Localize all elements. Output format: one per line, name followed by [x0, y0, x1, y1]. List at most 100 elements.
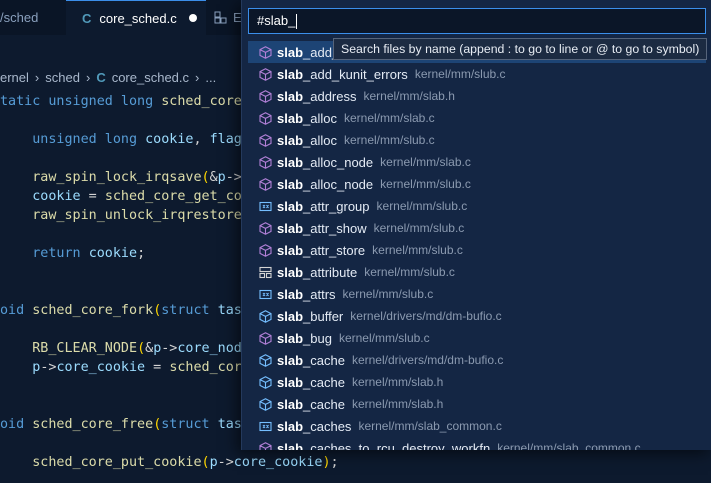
result-item[interactable]: slab _alloc_node kernel/mm/slub.c [248, 173, 706, 195]
match-text: slab [277, 308, 304, 324]
match-text: slab [277, 330, 304, 346]
code-token: ( [201, 170, 210, 185]
code-token: = [145, 360, 170, 375]
cube-icon [259, 155, 272, 169]
result-item[interactable]: slab _address kernel/mm/slab.h [248, 85, 706, 107]
code-token: sched_core_free [32, 417, 154, 432]
quick-open-results[interactable]: slab _add_ slab _add_kunit_errors kernel/mm/… [242, 41, 711, 450]
result-item[interactable]: slab _cache kernel/drivers/md/dm-bufio.c [248, 349, 706, 371]
code-token: RB_CLEAR_NODE [0, 341, 138, 356]
code-token: ; [137, 246, 146, 261]
symbol-name-rest: _attrs [303, 286, 336, 302]
file-path: kernel/mm/slab_common.c [358, 419, 502, 433]
symbol-name-rest: _alloc [303, 110, 337, 126]
file-path: kernel/mm/slab_common.c [497, 441, 641, 450]
code-line: tatic unsigned long sched_core_c [0, 92, 258, 111]
code-token: oid [0, 303, 33, 318]
quick-open-palette: #slab_ slab _add_ slab _add_kunit_errors ker… [241, 0, 711, 450]
result-item[interactable]: slab _attribute kernel/mm/slub.c [248, 261, 706, 283]
match-text: slab [277, 132, 304, 148]
symbol-name-rest: _cache [303, 352, 345, 368]
code-token: p [0, 360, 41, 375]
c-file-icon: C [82, 10, 92, 26]
code-token: core_node [177, 341, 250, 356]
result-item[interactable]: slab _add_kunit_errors kernel/mm/slub.c [248, 63, 706, 85]
breadcrumb-item[interactable]: sched [45, 70, 80, 85]
result-item[interactable]: slab _alloc kernel/mm/slub.c [248, 129, 706, 151]
code-token: raw_spin_lock_irqsave [0, 170, 202, 185]
file-path: kernel/drivers/md/dm-bufio.c [350, 309, 502, 323]
symbol-name-rest: _address [303, 88, 357, 104]
file-path: kernel/mm/slub.c [376, 199, 468, 213]
code-token: core_cookie [233, 455, 323, 470]
file-path: kernel/mm/slub.c [373, 221, 465, 235]
match-text: slab [277, 352, 304, 368]
quick-open-input[interactable]: #slab_ [248, 8, 706, 34]
tab-sched[interactable]: /sched [0, 0, 66, 35]
cube-icon [259, 111, 272, 125]
symbol-name-rest: _caches_to_rcu_destroy_workfn [303, 440, 491, 451]
code-token: struct [161, 417, 218, 432]
symbol-name-rest: _cache [303, 374, 345, 390]
breadcrumb-item[interactable]: ernel [0, 70, 29, 85]
code-token: core_cookie [56, 360, 146, 375]
struct-icon [259, 266, 272, 278]
file-path: kernel/drivers/md/dm-bufio.c [351, 353, 504, 367]
result-item[interactable]: slab _alloc kernel/mm/slab.c [248, 107, 706, 129]
variable-icon [259, 421, 272, 431]
file-path: kernel/mm/slab.h [363, 89, 455, 103]
match-text: slab [277, 110, 304, 126]
symbol-name-rest: _bug [303, 330, 332, 346]
cube-icon [259, 441, 272, 450]
tab-core-sched[interactable]: C core_sched.c [66, 0, 206, 35]
modified-dot-icon[interactable] [188, 14, 197, 22]
match-text: slab [277, 154, 304, 170]
match-text: slab [277, 396, 304, 412]
code-token: oid [0, 417, 33, 432]
c-file-icon: C [96, 69, 106, 85]
file-path: kernel/mm/slub.c [364, 265, 455, 279]
cube-icon [259, 221, 272, 235]
code-token: return [0, 246, 89, 261]
result-item[interactable]: slab _cache kernel/mm/slab.h [248, 371, 706, 393]
result-item[interactable]: slab _buffer kernel/drivers/md/dm-bufio.c [248, 305, 706, 327]
result-item[interactable]: slab _attr_show kernel/mm/slub.c [248, 217, 706, 239]
cube-icon [259, 331, 272, 345]
code-token: cookie [145, 132, 194, 147]
match-text: slab [277, 88, 304, 104]
result-item[interactable]: slab _attrs kernel/mm/slub.c [248, 283, 706, 305]
code-token: tatic unsigned long [0, 94, 162, 109]
symbol-name-rest: _buffer [303, 308, 344, 324]
code-token: p [209, 455, 218, 470]
chevron-right-icon: › [85, 69, 91, 85]
code-line: raw_spin_lock_irqsave(&p->pi_ [0, 168, 266, 187]
variable-icon [259, 201, 272, 211]
file-path: kernel/mm/slab.h [351, 375, 444, 389]
symbol-name-rest: _caches [303, 418, 352, 434]
match-text: slab [277, 220, 304, 236]
symbol-name-rest: _alloc [303, 132, 337, 148]
match-text: slab [277, 176, 304, 192]
code-token: struct [161, 303, 218, 318]
result-item[interactable]: slab _attr_store kernel/mm/slub.c [248, 239, 706, 261]
code-token: -> [225, 170, 242, 185]
result-item[interactable]: slab _caches kernel/mm/slab_common.c [248, 415, 706, 437]
result-item[interactable]: slab _cache kernel/mm/slab.h [248, 393, 706, 415]
file-path: kernel/mm/slab.c [343, 111, 435, 125]
file-path: kernel/mm/slub.c [414, 67, 506, 81]
result-item[interactable]: slab _bug kernel/mm/slub.c [248, 327, 706, 349]
code-token: cookie [0, 189, 81, 204]
result-item[interactable]: slab _attr_group kernel/mm/slub.c [248, 195, 706, 217]
code-line: cookie = sched_core_get_cooki [0, 187, 266, 206]
breadcrumb-item[interactable]: ... [205, 70, 216, 85]
result-item[interactable]: slab _alloc_node kernel/mm/slab.c [248, 151, 706, 173]
match-text: slab [277, 264, 304, 280]
match-text: slab [277, 198, 304, 214]
code-token: sched_core_fork [32, 303, 154, 318]
breadcrumb-item[interactable]: core_sched.c [112, 70, 189, 85]
symbol-name-rest: _attr_group [303, 198, 370, 214]
result-item[interactable]: slab _caches_to_rcu_destroy_workfn kernel/… [248, 437, 706, 450]
match-text: slab [277, 418, 304, 434]
match-text: slab [277, 374, 304, 390]
match-text: slab [277, 440, 304, 451]
